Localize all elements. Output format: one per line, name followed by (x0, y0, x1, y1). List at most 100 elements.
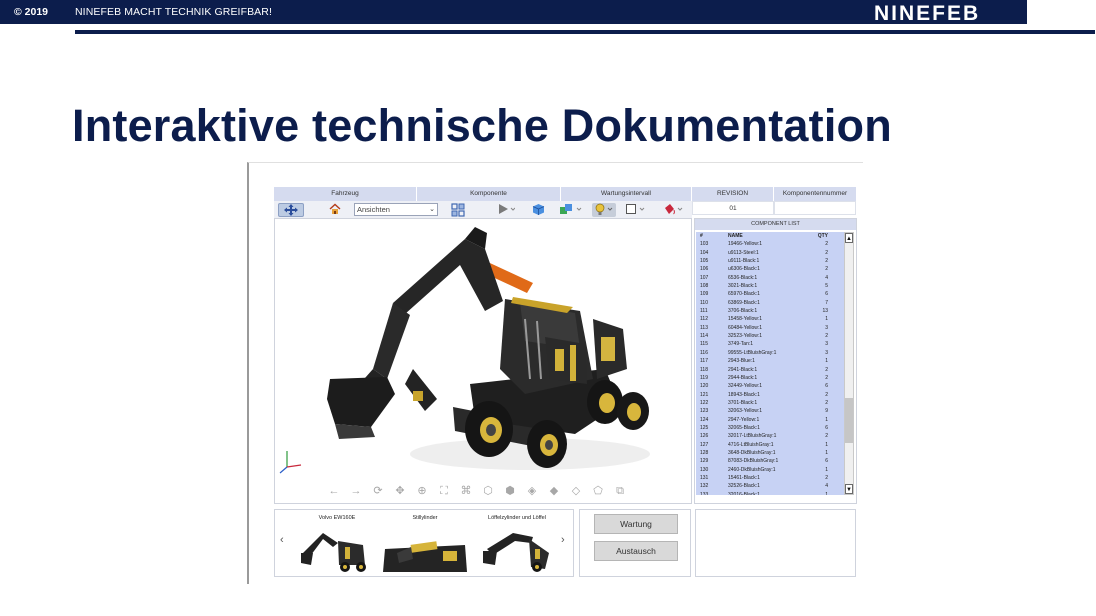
view-side-icon[interactable]: ◈ (525, 484, 539, 498)
row-name: 2941-Black:1 (728, 366, 758, 373)
scroll-up-icon[interactable]: ▲ (845, 233, 853, 243)
table-row[interactable]: 126 32017-LtBluishGray:1 2 (696, 432, 844, 440)
arrow-right-icon[interactable]: → (349, 484, 363, 498)
table-row[interactable]: 119 2944-Black:1 2 (696, 374, 844, 382)
table-row[interactable]: 108 3021-Black:1 5 (696, 282, 844, 290)
colored-cubes-icon[interactable] (558, 203, 584, 217)
chevron-right-icon[interactable]: › (561, 534, 565, 546)
3d-viewport[interactable]: ← → ⟳ ✥ ⊕ ⛶ ⌘ ⬡ ⬢ ◈ ◆ ◇ ⬠ ⧉ (274, 218, 692, 504)
table-row[interactable]: 111 3706-Black:1 13 (696, 307, 844, 315)
header-vehicle[interactable]: Fahrzeug (274, 187, 417, 201)
home-icon[interactable] (328, 203, 342, 217)
table-row[interactable]: 129 87083-DkBluishGray:1 6 (696, 457, 844, 465)
explode-view-icon[interactable] (450, 203, 466, 217)
wireframe-icon[interactable]: ◇ (569, 484, 583, 498)
view-top-icon[interactable]: ⬢ (503, 484, 517, 498)
row-qty: 2 (825, 266, 828, 273)
table-row[interactable]: 109 65970-Black:1 6 (696, 290, 844, 298)
row-name: 15458-Yellow:1 (728, 316, 763, 323)
table-row[interactable]: 114 32523-Yellow:1 2 (696, 332, 844, 340)
row-name: 15461-Black:1 (728, 474, 760, 481)
row-qty: 1 (825, 441, 828, 448)
play-icon[interactable] (496, 203, 516, 217)
thumbnail-volvo[interactable]: Volvo EW160E (293, 514, 381, 572)
row-name: u6306-Black:1 (728, 266, 760, 273)
row-name: 3706-Black:1 (728, 308, 758, 315)
row-number: 112 (700, 316, 708, 323)
table-row[interactable]: 107 6536-Black:1 4 (696, 274, 844, 282)
thumbnail-label: Stillylinder (412, 515, 438, 521)
table-row[interactable]: 116 99555-LtBluishGray:1 3 (696, 349, 844, 357)
table-row[interactable]: 127 4716-LtBluishGray:1 1 (696, 441, 844, 449)
table-row[interactable]: 105 u9111-Black:1 2 (696, 257, 844, 265)
table-row[interactable]: 123 32063-Yellow:1 9 (696, 407, 844, 415)
row-name: 32065-Black:1 (728, 424, 760, 431)
table-row[interactable]: 132 32526-Black:1 4 (696, 482, 844, 490)
row-qty: 3 (825, 324, 828, 331)
table-row[interactable]: 130 2460-DkBluishGray:1 1 (696, 466, 844, 474)
section-icon[interactable]: ⧉ (613, 484, 627, 498)
table-row[interactable]: 104 u9113-Steel:1 2 (696, 249, 844, 257)
light-bulb-icon[interactable] (592, 203, 616, 217)
table-row[interactable]: 117 2943-Blue:1 1 (696, 357, 844, 365)
shaded-icon[interactable]: ◆ (547, 484, 561, 498)
table-row[interactable]: 115 3749-Tan:1 3 (696, 340, 844, 348)
hidden-line-icon[interactable]: ⬠ (591, 484, 605, 498)
row-number: 131 (700, 474, 709, 481)
slide-title: Interaktive technische Dokumentation (72, 100, 892, 151)
row-qty: 13 (822, 308, 828, 315)
scrollbar-thumb[interactable] (845, 398, 853, 443)
table-row[interactable]: 110 63869-Black:1 7 (696, 299, 844, 307)
row-qty: 7 (825, 299, 828, 306)
tagline-text: NINEFEB MACHT TECHNIK GREIFBAR! (75, 6, 272, 18)
component-list[interactable]: # NAME QTY 103 19466-Yellow:1 2 104 u9113-St… (696, 232, 844, 495)
row-name: 3749-Tan:1 (728, 341, 754, 348)
arrow-left-icon[interactable]: ← (327, 484, 341, 498)
table-row[interactable]: 124 2947-Yellow:1 1 (696, 416, 844, 424)
table-row[interactable]: 121 18943-Black:1 2 (696, 391, 844, 399)
row-number: 107 (700, 274, 709, 281)
scroll-down-icon[interactable]: ▼ (845, 484, 853, 494)
row-qty: 2 (825, 249, 828, 256)
row-number: 130 (700, 466, 709, 473)
navigate-cube-icon[interactable] (278, 203, 304, 217)
row-number: 126 (700, 433, 709, 440)
table-row[interactable]: 112 15458-Yellow:1 1 (696, 315, 844, 323)
header-component[interactable]: Komponente (417, 187, 561, 201)
zoom-window-icon[interactable]: ⊕ (415, 484, 429, 498)
cube-icon[interactable] (530, 203, 546, 217)
row-number: 105 (700, 258, 709, 265)
fit-all-icon[interactable]: ⛶ (437, 484, 451, 498)
table-row[interactable]: 125 32065-Black:1 6 (696, 424, 844, 432)
header-maintenance-interval[interactable]: Wartungsintervall (561, 187, 692, 201)
component-list-scrollbar[interactable]: ▲ ▼ (844, 232, 854, 495)
color-square-icon[interactable] (624, 203, 648, 217)
maintenance-button[interactable]: Wartung (594, 514, 678, 534)
row-qty: 2 (825, 374, 828, 381)
thumbnail-cylinder[interactable]: Stillylinder (381, 514, 469, 572)
replace-button[interactable]: Austausch (594, 541, 678, 561)
table-row[interactable]: 118 2941-Black:1 2 (696, 366, 844, 374)
table-row[interactable]: 131 15461-Black:1 2 (696, 474, 844, 482)
table-row[interactable]: 113 60484-Yellow:1 3 (696, 324, 844, 332)
view-front-icon[interactable]: ⬡ (481, 484, 495, 498)
table-row[interactable]: 106 u6306-Black:1 2 (696, 265, 844, 273)
chevron-left-icon[interactable]: ‹ (280, 534, 284, 546)
row-name: 2460-DkBluishGray:1 (728, 466, 776, 473)
excavator-model[interactable] (275, 219, 692, 504)
table-row[interactable]: 120 32449-Yellow:1 6 (696, 382, 844, 390)
table-row[interactable]: 133 32016-Black:1 1 (696, 491, 844, 495)
table-row[interactable]: 103 19466-Yellow:1 2 (696, 240, 844, 248)
table-row[interactable]: 122 3701-Black:1 2 (696, 399, 844, 407)
table-row[interactable]: 128 3648-DkBluishGray:1 1 (696, 449, 844, 457)
row-qty: 2 (825, 433, 828, 440)
rotate-icon[interactable]: ⟳ (371, 484, 385, 498)
paint-bucket-icon[interactable] (662, 203, 686, 217)
select-tree-icon[interactable]: ⌘ (459, 484, 473, 498)
component-number-label: Komponentennummer (774, 187, 856, 201)
row-qty: 1 (825, 316, 828, 323)
pan-icon[interactable]: ✥ (393, 484, 407, 498)
row-number: 119 (700, 374, 708, 381)
views-select[interactable]: Ansichten ⌄ (354, 203, 438, 216)
thumbnail-bucket[interactable]: Löffelzylinder und Löffel (473, 514, 561, 572)
